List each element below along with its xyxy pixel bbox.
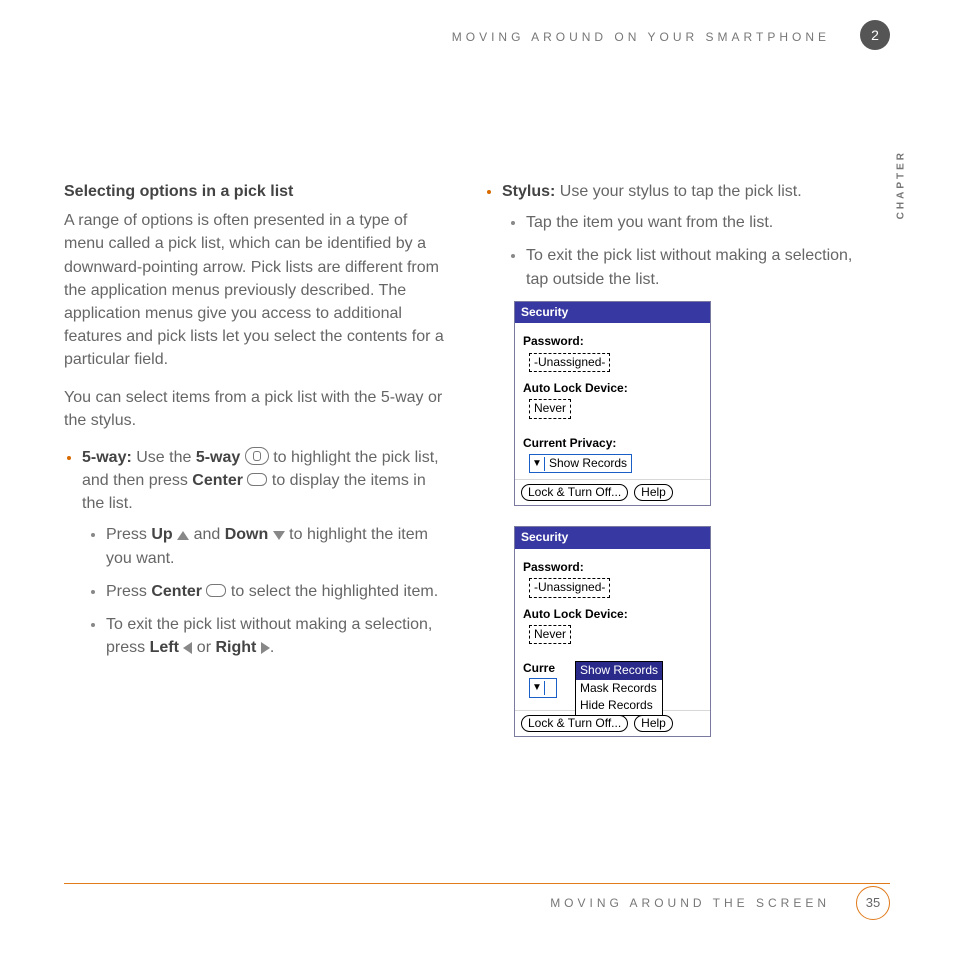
privacy-label-short: Curre xyxy=(523,661,555,675)
privacy-picklist[interactable]: ▼ Show Records xyxy=(529,454,632,473)
section-heading: Selecting options in a pick list xyxy=(64,180,444,203)
autolock-label: Auto Lock Device: xyxy=(523,606,702,623)
stylus-sub-2: To exit the pick list without making a s… xyxy=(526,244,864,290)
intro-paragraph-2: You can select items from a pick list wi… xyxy=(64,386,444,432)
running-header: MOVING AROUND ON YOUR SMARTPHONE xyxy=(452,30,830,44)
menu-option-hide[interactable]: Hide Records xyxy=(576,697,662,714)
center-button-icon xyxy=(206,584,226,597)
security-panel-collapsed: Security Password: -Unassigned- Auto Loc… xyxy=(514,301,711,507)
privacy-popup-menu[interactable]: Show Records Mask Records Hide Records xyxy=(575,661,663,715)
chevron-down-icon: ▼ xyxy=(530,457,545,471)
down-arrow-icon xyxy=(273,531,285,540)
fiveway-label: 5-way: xyxy=(82,449,132,466)
password-value[interactable]: -Unassigned- xyxy=(529,578,610,597)
right-column: Stylus: Use your stylus to tap the pick … xyxy=(484,180,864,757)
autolock-label: Auto Lock Device: xyxy=(523,380,702,397)
panel-title: Security xyxy=(515,302,710,323)
security-panel-expanded: Security Password: -Unassigned- Auto Loc… xyxy=(514,526,711,737)
sub-item-updown: Press Up and Down to highlight the item … xyxy=(106,523,444,569)
menu-option-mask[interactable]: Mask Records xyxy=(576,680,662,697)
menu-option-show[interactable]: Show Records xyxy=(576,662,662,679)
chapter-side-label: CHAPTER xyxy=(895,150,906,219)
privacy-picklist[interactable]: ▼ xyxy=(529,678,557,697)
stylus-item: Stylus: Use your stylus to tap the pick … xyxy=(502,180,864,291)
stylus-sub-1: Tap the item you want from the list. xyxy=(526,211,864,234)
password-value[interactable]: -Unassigned- xyxy=(529,353,610,372)
right-arrow-icon xyxy=(261,642,270,654)
up-arrow-icon xyxy=(177,531,189,540)
privacy-label: Current Privacy: xyxy=(523,435,702,452)
left-arrow-icon xyxy=(183,642,192,654)
autolock-value[interactable]: Never xyxy=(529,399,571,418)
sub-item-exit: To exit the pick list without making a s… xyxy=(106,613,444,659)
password-label: Password: xyxy=(523,559,702,576)
help-button[interactable]: Help xyxy=(634,484,673,501)
fiveway-item: 5-way: Use the 5-way to highlight the pi… xyxy=(82,446,444,660)
footer-rule xyxy=(64,883,890,884)
page-number: 35 xyxy=(856,886,890,920)
footer-text: MOVING AROUND THE SCREEN xyxy=(550,896,830,910)
help-button[interactable]: Help xyxy=(634,715,673,732)
autolock-value[interactable]: Never xyxy=(529,625,571,644)
center-button-icon xyxy=(247,473,267,486)
sub-item-center: Press Center to select the highlighted i… xyxy=(106,580,444,603)
left-column: Selecting options in a pick list A range… xyxy=(64,180,444,757)
lock-turnoff-button[interactable]: Lock & Turn Off... xyxy=(521,484,628,501)
stylus-label: Stylus: xyxy=(502,183,555,200)
chapter-number-badge: 2 xyxy=(860,20,890,50)
fiveway-icon xyxy=(245,447,269,465)
panel-title: Security xyxy=(515,527,710,548)
password-label: Password: xyxy=(523,333,702,350)
intro-paragraph-1: A range of options is often presented in… xyxy=(64,209,444,371)
lock-turnoff-button[interactable]: Lock & Turn Off... xyxy=(521,715,628,732)
chevron-down-icon: ▼ xyxy=(530,681,545,695)
